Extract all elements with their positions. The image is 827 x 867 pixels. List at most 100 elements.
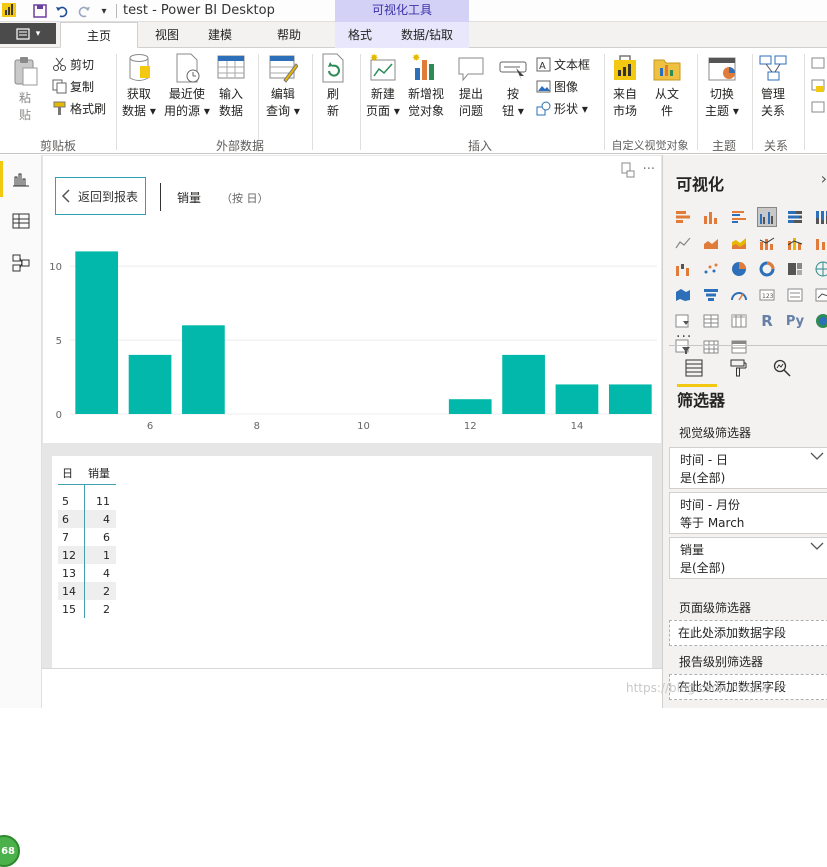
ask-question-button[interactable]: 提出 问题 bbox=[456, 52, 486, 120]
donut-chart-icon[interactable] bbox=[757, 259, 777, 279]
100-percent-bar-icon[interactable] bbox=[785, 207, 805, 227]
tab-format[interactable]: 格式 bbox=[335, 22, 385, 48]
switch-to-chart-icon[interactable] bbox=[621, 162, 635, 182]
line-stacked-column-icon[interactable] bbox=[785, 233, 805, 253]
paste-button[interactable]: 粘 贴 bbox=[10, 56, 40, 124]
report-level-filters-label: 报告级别筛选器 bbox=[679, 655, 764, 669]
switch-theme-button[interactable]: 切换 主题 ▾ bbox=[705, 52, 739, 120]
filter-card-day[interactable]: 时间 - 日 是(全部) bbox=[669, 447, 827, 489]
back-to-report-button[interactable]: 返回到报表 bbox=[55, 177, 146, 215]
stacked-column-icon[interactable] bbox=[701, 207, 721, 227]
tab-view[interactable]: 视图 bbox=[140, 22, 194, 48]
shapes-button[interactable]: 形状 ▾ bbox=[536, 100, 588, 117]
waterfall-icon[interactable] bbox=[673, 259, 693, 279]
chevron-down-icon[interactable] bbox=[810, 540, 824, 554]
tab-help[interactable]: 帮助 bbox=[262, 22, 316, 48]
new-page-button[interactable]: ✸ 新建 页面 ▾ bbox=[366, 52, 400, 120]
scatter-icon[interactable] bbox=[701, 259, 721, 279]
recent-sources-button[interactable]: 最近使 用的源 ▾ bbox=[164, 52, 210, 120]
report-view-button[interactable] bbox=[0, 159, 42, 199]
arcgis-map-icon[interactable] bbox=[813, 311, 827, 331]
refresh-button[interactable]: 刷 新 bbox=[318, 52, 348, 120]
table-visual-icon[interactable] bbox=[701, 311, 721, 331]
more-options-icon[interactable]: ··· bbox=[643, 162, 655, 182]
multi-row-card-icon[interactable] bbox=[785, 285, 805, 305]
chart-bar[interactable] bbox=[128, 354, 172, 414]
collapse-pane-icon[interactable]: › bbox=[821, 169, 827, 188]
edit-queries-label: 编辑 查询 ▾ bbox=[266, 87, 300, 118]
copy-button[interactable]: 复制 bbox=[52, 78, 94, 95]
cut-button[interactable]: 剪切 bbox=[52, 56, 94, 73]
enter-data-button[interactable]: 输入 数据 bbox=[216, 52, 246, 120]
paint-roller-icon[interactable] bbox=[727, 357, 749, 379]
model-view-button[interactable] bbox=[0, 243, 42, 283]
line-chart-icon[interactable] bbox=[673, 233, 693, 253]
filled-map-icon[interactable] bbox=[673, 285, 693, 305]
clustered-bar-icon[interactable] bbox=[729, 207, 749, 227]
chart-bar[interactable] bbox=[75, 251, 119, 414]
ribbon-chart-icon[interactable] bbox=[813, 233, 827, 253]
analytics-magnifier-icon[interactable] bbox=[771, 357, 793, 379]
chart-bar[interactable] bbox=[555, 384, 599, 414]
y-tick-label: 10 bbox=[49, 262, 62, 273]
gauge-icon[interactable] bbox=[729, 285, 749, 305]
visual-title: 销量 bbox=[177, 191, 202, 205]
tab-home[interactable]: 主页 bbox=[60, 22, 138, 48]
column-header-day[interactable]: 日 bbox=[58, 462, 84, 485]
from-file-button[interactable]: 从文 件 bbox=[652, 52, 682, 120]
manage-relationships-button[interactable]: 管理 关系 bbox=[758, 52, 788, 120]
chart-bar[interactable] bbox=[608, 384, 652, 414]
column-header-sales[interactable]: 销量 bbox=[84, 462, 116, 485]
from-marketplace-button[interactable]: 来自 市场 bbox=[610, 52, 640, 120]
data-view-button[interactable] bbox=[0, 201, 42, 241]
treemap-icon[interactable] bbox=[785, 259, 805, 279]
pie-chart-icon[interactable] bbox=[729, 259, 749, 279]
stacked-bar-icon[interactable] bbox=[673, 207, 693, 227]
clustered-column-icon[interactable] bbox=[757, 207, 777, 227]
filter-name: 时间 - 月份 bbox=[680, 498, 740, 512]
area-chart-icon[interactable] bbox=[701, 233, 721, 253]
kpi-icon[interactable] bbox=[813, 285, 827, 305]
svg-text:✸: ✸ bbox=[412, 53, 420, 64]
ribbon-overflow-icons[interactable] bbox=[810, 56, 827, 116]
notification-badge[interactable]: 68 bbox=[0, 835, 20, 867]
map-icon[interactable] bbox=[813, 259, 827, 279]
funnel-icon[interactable] bbox=[701, 285, 721, 305]
model-diagram-icon bbox=[12, 254, 30, 272]
image-button[interactable]: 图像 bbox=[536, 78, 578, 95]
buttons-label: 按 钮 ▾ bbox=[502, 87, 524, 118]
chart-bar[interactable] bbox=[502, 354, 545, 414]
card-icon[interactable]: 123 bbox=[757, 285, 777, 305]
filter-card-month[interactable]: 时间 - 月份 等于 March bbox=[669, 492, 827, 534]
page-filter-drop-zone[interactable]: 在此处添加数据字段 bbox=[669, 620, 827, 646]
format-painter-button[interactable]: 格式刷 bbox=[52, 100, 106, 117]
file-menu-button[interactable]: ▾ bbox=[0, 23, 56, 44]
edit-queries-button[interactable]: 编辑 查询 ▾ bbox=[266, 52, 300, 120]
buttons-button[interactable]: 按 钮 ▾ bbox=[498, 52, 528, 120]
save-icon[interactable] bbox=[32, 3, 48, 19]
copy-label: 复制 bbox=[70, 80, 95, 94]
tab-data-drill[interactable]: 数据/钻取 bbox=[390, 22, 464, 48]
slicer-icon[interactable] bbox=[673, 311, 693, 331]
more-visuals-icon[interactable]: ··· bbox=[676, 329, 692, 345]
100-percent-column-icon[interactable] bbox=[813, 207, 827, 227]
textbox-button[interactable]: A 文本框 bbox=[536, 56, 590, 73]
chart-bar[interactable] bbox=[182, 325, 225, 414]
r-script-icon[interactable]: R bbox=[757, 311, 777, 331]
get-data-button[interactable]: 获取 数据 ▾ bbox=[122, 52, 156, 120]
matrix-icon[interactable] bbox=[729, 311, 749, 331]
new-visual-button[interactable]: ✸ 新增视 觉对象 bbox=[408, 52, 444, 120]
fields-tab-icon[interactable] bbox=[677, 357, 717, 387]
custom-table-icon[interactable] bbox=[729, 337, 749, 357]
filter-card-sales[interactable]: 销量 是(全部) bbox=[669, 537, 827, 579]
customize-qat-icon[interactable]: ▾ bbox=[96, 3, 112, 19]
tab-modeling[interactable]: 建模 bbox=[194, 22, 246, 48]
stacked-area-icon[interactable] bbox=[729, 233, 749, 253]
custom-grid-icon[interactable] bbox=[701, 337, 721, 357]
undo-icon[interactable] bbox=[54, 3, 70, 19]
chart-bar[interactable] bbox=[448, 399, 492, 414]
line-clustered-column-icon[interactable] bbox=[757, 233, 777, 253]
chevron-down-icon[interactable] bbox=[810, 450, 824, 464]
redo-icon[interactable] bbox=[76, 3, 92, 19]
python-script-icon[interactable]: Py bbox=[785, 311, 805, 331]
